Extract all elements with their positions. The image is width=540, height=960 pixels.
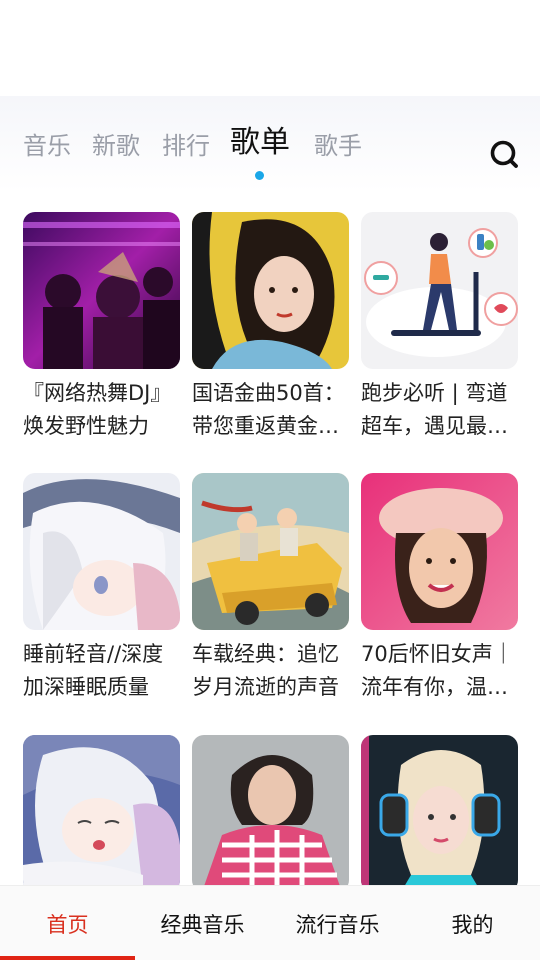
anime-girl-cover-icon xyxy=(23,473,180,630)
tab-playlists[interactable]: 歌单 xyxy=(230,125,290,161)
playlist-card[interactable]: 车载经典：追忆岁月流逝的声音 xyxy=(192,473,349,704)
playlist-title: 70后怀旧女声｜流年有你，温柔如初 xyxy=(361,642,514,699)
active-nav-underline xyxy=(0,956,135,960)
playlist-card[interactable]: 『网络热舞DJ』焕发野性魅力 xyxy=(23,212,180,443)
playlist-card[interactable] xyxy=(192,735,349,900)
search-icon[interactable] xyxy=(488,138,522,172)
playlist-card[interactable]: 睡前轻音//深度加深睡眠质量 xyxy=(23,473,180,704)
category-tabs: 音乐 新歌 排行 歌单 歌手 xyxy=(0,96,540,192)
female-portrait-cover-icon xyxy=(192,212,349,369)
nav-home[interactable]: 首页 xyxy=(0,886,135,960)
playlist-card[interactable]: 国语金曲50首：带您重返黄金年代 xyxy=(192,212,349,443)
dance-party-cover-icon xyxy=(23,212,180,369)
playlist-card[interactable] xyxy=(23,735,180,900)
treadmill-runner-cover-icon xyxy=(361,212,518,369)
singer-plaid-cover-icon xyxy=(192,735,349,892)
nav-pop-music[interactable]: 流行音乐 xyxy=(270,886,405,960)
woman-beret-cover-icon xyxy=(361,473,518,630)
sleeping-anime-cover-icon xyxy=(23,735,180,892)
nav-mine[interactable]: 我的 xyxy=(405,886,540,960)
bottom-navigation: 首页 经典音乐 流行音乐 我的 xyxy=(0,885,540,960)
playlist-title: 车载经典：追忆岁月流逝的声音 xyxy=(192,642,339,699)
tab-music[interactable]: 音乐 xyxy=(23,128,71,164)
playlist-card[interactable]: 跑步必听 | 弯道超车，遇见最好的自己 xyxy=(361,212,518,443)
app-screen: 音乐 新歌 排行 歌单 歌手 『网络热舞DJ』焕发野性魅力 国语金曲50首：带您… xyxy=(0,0,540,960)
tab-singers[interactable]: 歌手 xyxy=(314,128,362,164)
playlist-title: 睡前轻音//深度加深睡眠质量 xyxy=(23,642,164,699)
tab-new-songs[interactable]: 新歌 xyxy=(92,128,140,164)
playlist-title: 国语金曲50首：带您重返黄金年代 xyxy=(192,381,345,438)
nav-classic-music[interactable]: 经典音乐 xyxy=(135,886,270,960)
retro-car-cover-icon xyxy=(192,473,349,630)
playlist-card[interactable]: 70后怀旧女声｜流年有你，温柔如初 xyxy=(361,473,518,704)
playlist-title: 跑步必听 | 弯道超车，遇见最好的自己 xyxy=(361,381,508,438)
active-tab-indicator xyxy=(255,171,264,180)
headphones-girl-cover-icon xyxy=(361,735,518,892)
status-bar-area xyxy=(0,0,540,96)
playlist-title: 『网络热舞DJ』焕发野性魅力 xyxy=(23,381,172,438)
tab-charts[interactable]: 排行 xyxy=(162,128,210,164)
playlist-card[interactable] xyxy=(361,735,518,900)
